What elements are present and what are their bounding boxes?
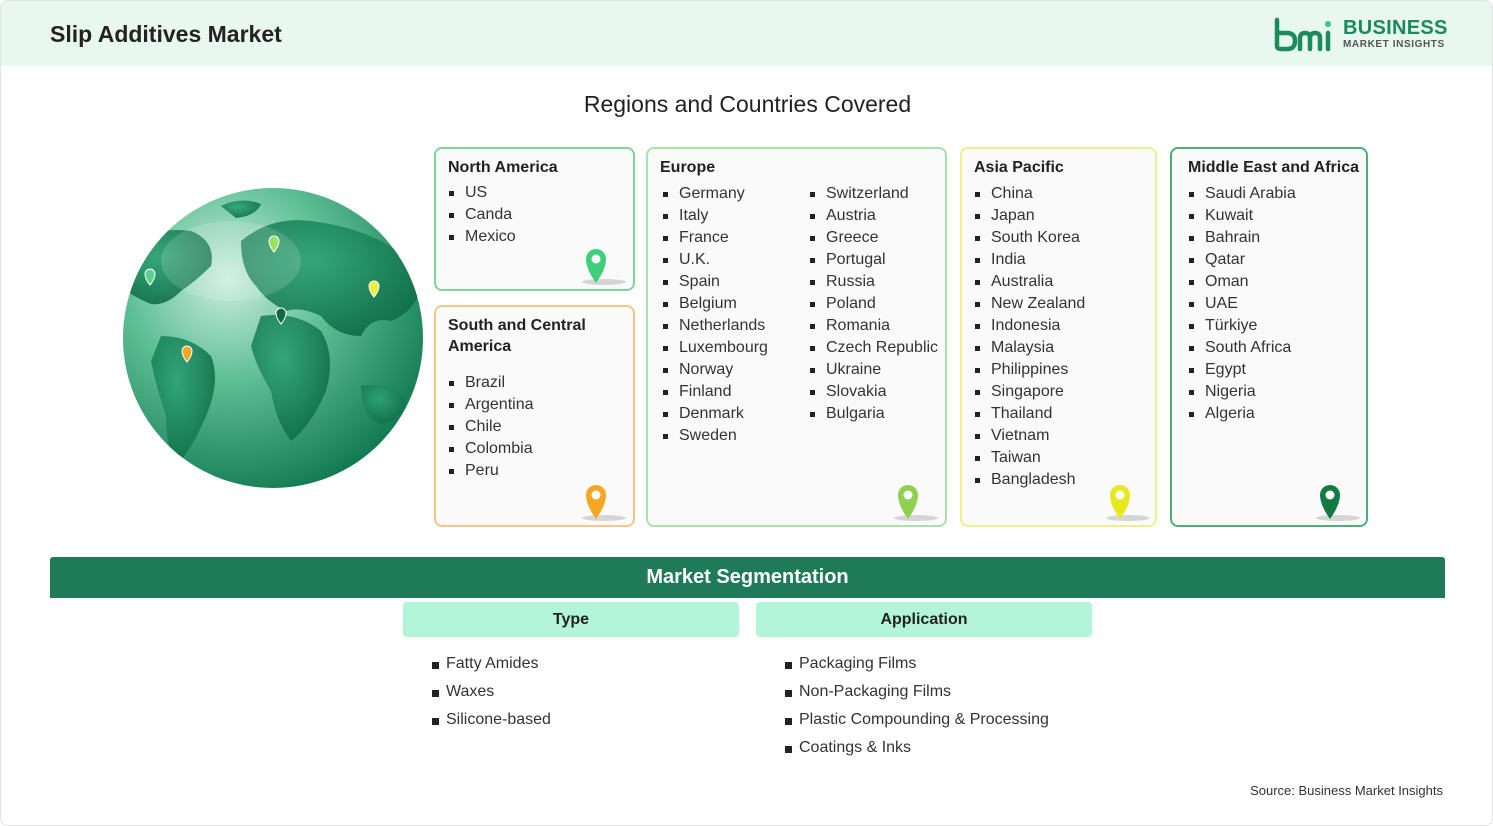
location-pin-icon — [582, 249, 626, 285]
list-item: Switzerland — [809, 183, 938, 205]
list-item: Algeria — [1188, 403, 1296, 425]
list-item: Japan — [974, 205, 1085, 227]
list-item: Philippines — [974, 359, 1085, 381]
list-item: Italy — [662, 205, 768, 227]
region-title: North America — [448, 159, 558, 176]
source-note: Source: Business Market Insights — [1250, 783, 1443, 798]
list-item: Ukraine — [809, 359, 938, 381]
list-item: Slovakia — [809, 381, 938, 403]
region-card-middle-east-africa: Middle East and Africa Saudi Arabia Kuwa… — [1170, 147, 1368, 527]
location-pin-icon — [894, 485, 938, 521]
country-list: US Canda Mexico — [448, 182, 516, 248]
list-item: Austria — [809, 205, 938, 227]
list-item: Fatty Amides — [432, 650, 551, 678]
list-item: Indonesia — [974, 315, 1085, 337]
country-list: Brazil Argentina Chile Colombia Peru — [448, 372, 534, 482]
region-card-south-central-america: South and Central America Brazil Argenti… — [434, 305, 635, 527]
list-item: Norway — [662, 359, 768, 381]
region-card-europe: Europe Germany Italy France U.K. Spain B… — [646, 147, 947, 527]
country-list-col2: Switzerland Austria Greece Portugal Russ… — [809, 183, 938, 425]
bmi-logo-icon — [1274, 17, 1331, 52]
list-item: Nigeria — [1188, 381, 1296, 403]
logo-text-market-insights: MARKET INSIGHTS — [1343, 39, 1445, 50]
region-title: South and Central America — [448, 317, 586, 355]
list-item: Colombia — [448, 438, 534, 460]
list-item: Saudi Arabia — [1188, 183, 1296, 205]
header-bar: Slip Additives Market BUSINESS MARKET IN… — [1, 1, 1492, 66]
segment-list-application: Packaging Films Non-Packaging Films Plas… — [785, 650, 1049, 762]
list-item: Vietnam — [974, 425, 1085, 447]
list-item: Packaging Films — [785, 650, 1049, 678]
list-item: Greece — [809, 227, 938, 249]
list-item: U.K. — [662, 249, 768, 271]
list-item: France — [662, 227, 768, 249]
list-item: Thailand — [974, 403, 1085, 425]
logo-text-business: BUSINESS — [1343, 17, 1448, 39]
location-pin-icon — [582, 485, 626, 521]
region-title: Europe — [660, 159, 716, 176]
country-list-col1: Germany Italy France U.K. Spain Belgium … — [662, 183, 768, 447]
list-item: Bulgaria — [809, 403, 938, 425]
list-item: Romania — [809, 315, 938, 337]
list-item: Bangladesh — [974, 469, 1085, 491]
list-item: Denmark — [662, 403, 768, 425]
list-item: Finland — [662, 381, 768, 403]
list-item: Netherlands — [662, 315, 768, 337]
location-pin-icon — [1316, 485, 1360, 521]
list-item: Oman — [1188, 271, 1296, 293]
list-item: Non-Packaging Films — [785, 678, 1049, 706]
country-list: Saudi Arabia Kuwait Bahrain Qatar Oman U… — [1188, 183, 1296, 425]
list-item: Plastic Compounding & Processing — [785, 706, 1049, 734]
list-item: Australia — [974, 271, 1085, 293]
list-item: Russia — [809, 271, 938, 293]
country-list: China Japan South Korea India Australia … — [974, 183, 1085, 491]
list-item: Argentina — [448, 394, 534, 416]
list-item: Malaysia — [974, 337, 1085, 359]
list-item: South Korea — [974, 227, 1085, 249]
region-title: Asia Pacific — [974, 159, 1064, 176]
list-item: Türkiye — [1188, 315, 1296, 337]
list-item: India — [974, 249, 1085, 271]
list-item: Mexico — [448, 226, 516, 248]
list-item: Brazil — [448, 372, 534, 394]
list-item: Egypt — [1188, 359, 1296, 381]
list-item: China — [974, 183, 1085, 205]
list-item: Czech Republic — [809, 337, 938, 359]
list-item: UAE — [1188, 293, 1296, 315]
market-segmentation-bar: Market Segmentation — [50, 557, 1445, 598]
region-card-north-america: North America US Canda Mexico — [434, 147, 635, 291]
page-title: Slip Additives Market — [50, 21, 282, 47]
list-item: Waxes — [432, 678, 551, 706]
list-item: Qatar — [1188, 249, 1296, 271]
list-item: Canda — [448, 204, 516, 226]
list-item: Portugal — [809, 249, 938, 271]
list-item: Chile — [448, 416, 534, 438]
list-item: Singapore — [974, 381, 1085, 403]
list-item: Taiwan — [974, 447, 1085, 469]
list-item: Luxembourg — [662, 337, 768, 359]
list-item: Bahrain — [1188, 227, 1296, 249]
list-item: Kuwait — [1188, 205, 1296, 227]
region-title: Middle East and Africa — [1188, 159, 1359, 176]
globe-icon — [123, 188, 423, 488]
list-item: Peru — [448, 460, 534, 482]
regions-title: Regions and Countries Covered — [583, 91, 912, 117]
list-item: US — [448, 182, 516, 204]
list-item: Coatings & Inks — [785, 734, 1049, 762]
list-item: Germany — [662, 183, 768, 205]
list-item: Belgium — [662, 293, 768, 315]
list-item: Poland — [809, 293, 938, 315]
region-card-asia-pacific: Asia Pacific China Japan South Korea Ind… — [960, 147, 1157, 527]
infographic-frame: Slip Additives Market BUSINESS MARKET IN… — [0, 0, 1493, 826]
list-item: Spain — [662, 271, 768, 293]
segment-header-type: Type — [403, 602, 739, 637]
segment-header-application: Application — [756, 602, 1092, 637]
location-pin-icon — [1106, 485, 1150, 521]
segment-list-type: Fatty Amides Waxes Silicone-based — [432, 650, 551, 734]
list-item: South Africa — [1188, 337, 1296, 359]
company-logo: BUSINESS MARKET INSIGHTS — [1273, 16, 1448, 52]
list-item: New Zealand — [974, 293, 1085, 315]
list-item: Silicone-based — [432, 706, 551, 734]
list-item: Sweden — [662, 425, 768, 447]
